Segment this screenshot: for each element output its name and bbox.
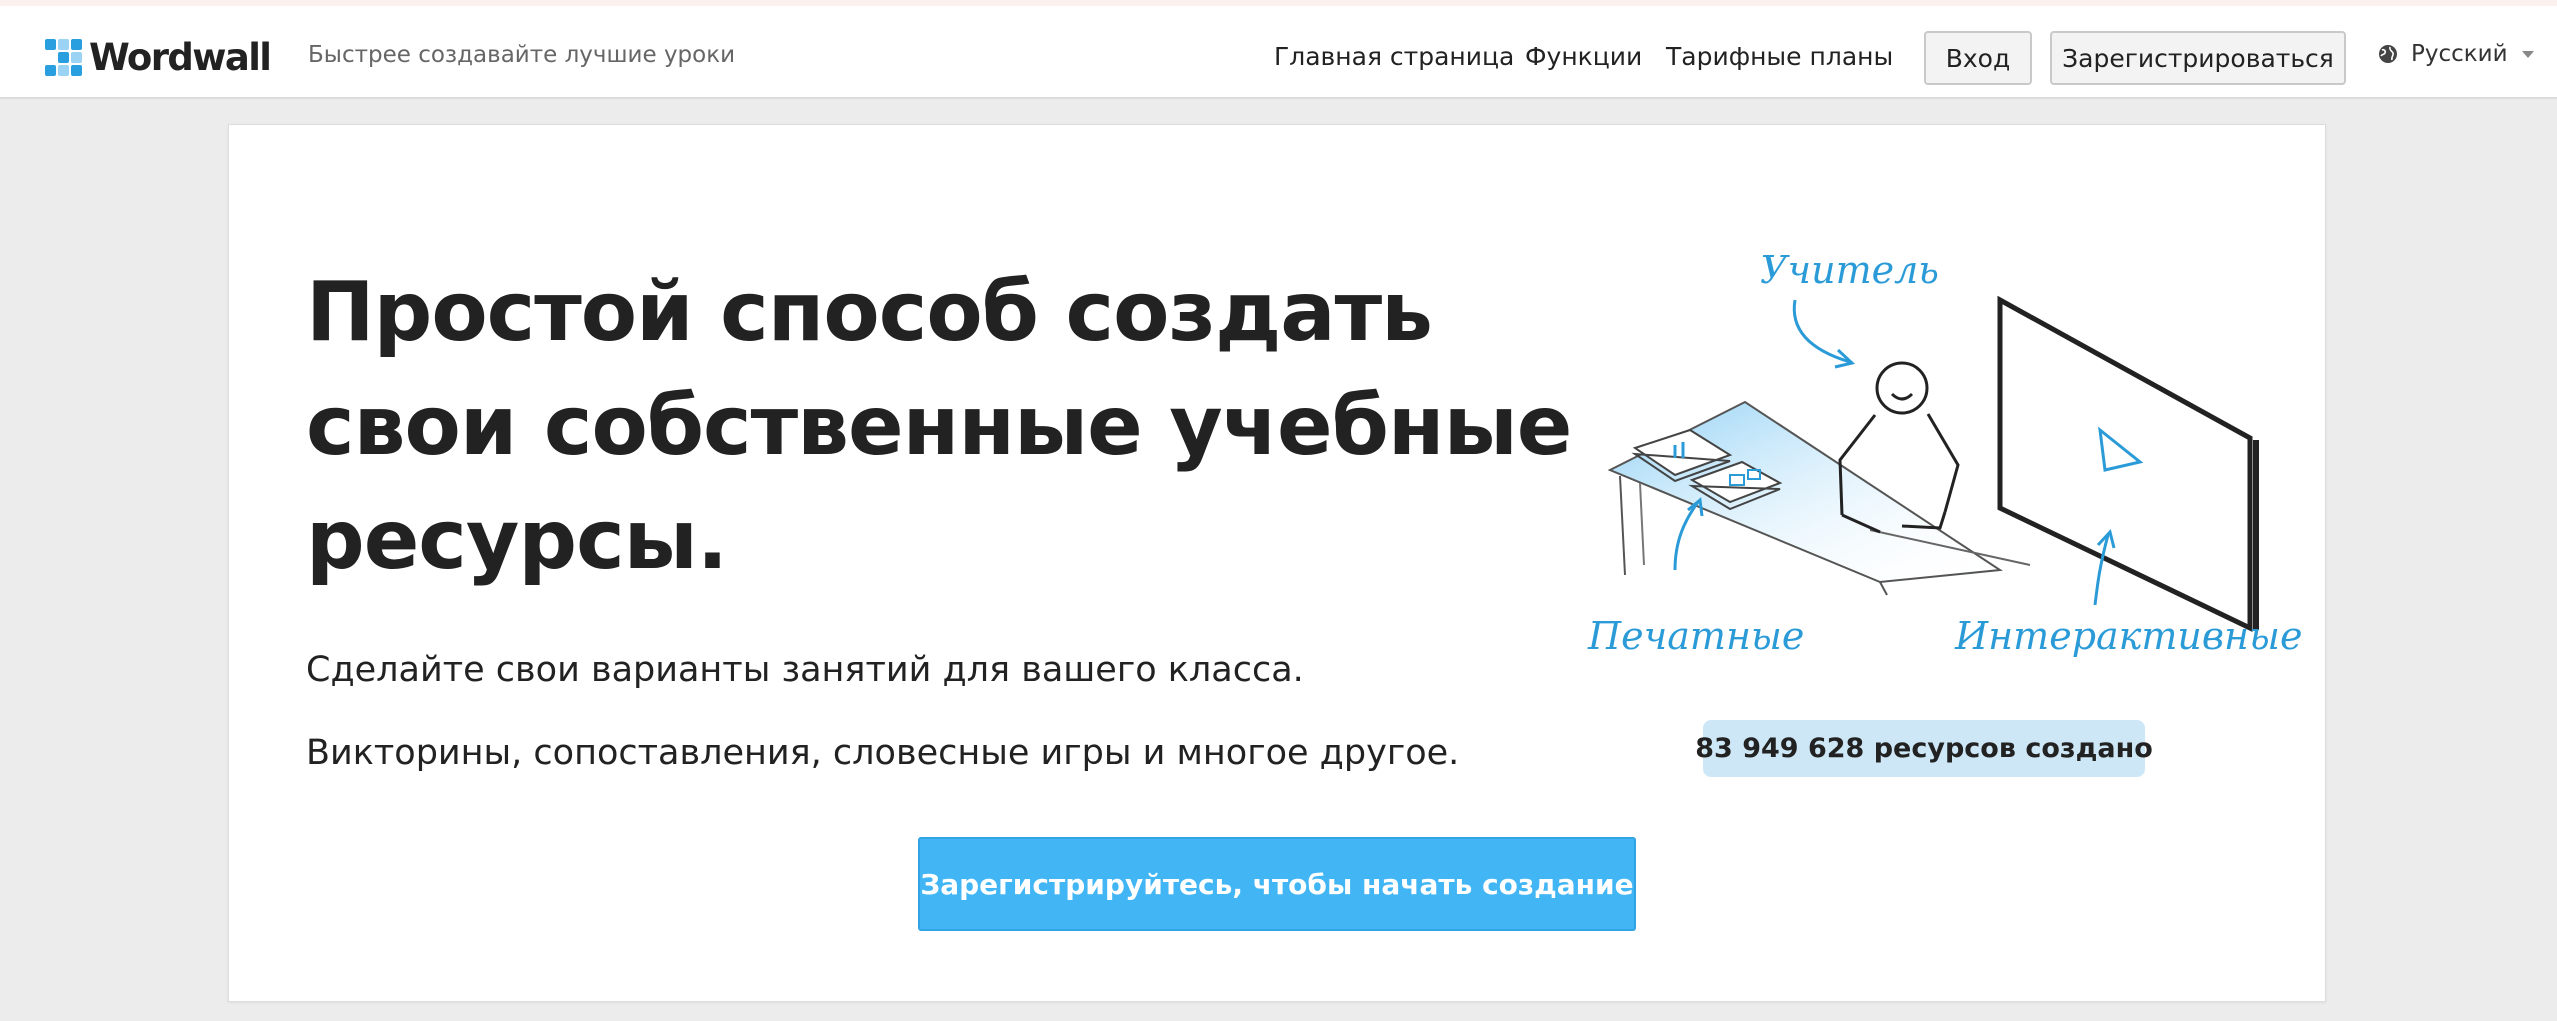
header-tagline: Быстрее создавайте лучшие уроки (308, 42, 736, 68)
logo[interactable]: Wordwall (45, 35, 272, 79)
hero-headline: Простой способ создать свои собственные … (306, 265, 1572, 588)
hero-subtitle-1: Сделайте свои варианты занятий для вашег… (306, 650, 1304, 690)
illustration-label-printable: Печатные (1588, 614, 1805, 658)
illustration-label-interactive: Интерактивные (1955, 614, 2303, 658)
login-button[interactable]: Вход (1924, 31, 2032, 85)
signup-cta-button[interactable]: Зарегистрируйтесь, чтобы начать создание (918, 837, 1636, 931)
globe-icon (2379, 45, 2397, 63)
illustration-label-teacher: Учитель (1760, 248, 1939, 292)
logo-text: Wordwall (89, 35, 272, 79)
resources-counter-badge: 83 949 628 ресурсов создано (1695, 720, 2153, 777)
interactive-screen-icon (1997, 295, 2259, 632)
language-label: Русский (2411, 41, 2508, 67)
nav-features-link[interactable]: Функции (1525, 42, 1642, 71)
site-header: Wordwall Быстрее создавайте лучшие уроки… (0, 6, 2557, 99)
classroom-illustration (1607, 295, 2259, 632)
nav-pricing-link[interactable]: Тарифные планы (1666, 42, 1893, 71)
hero-subtitle-2: Викторины, сопоставления, словесные игры… (306, 733, 1460, 773)
signup-button[interactable]: Зарегистрироваться (2050, 31, 2346, 85)
chevron-down-icon (2521, 50, 2534, 58)
wordwall-logo-icon (45, 38, 82, 76)
nav-home-link[interactable]: Главная страница (1274, 42, 1514, 71)
language-selector[interactable]: Русский (2378, 41, 2534, 67)
